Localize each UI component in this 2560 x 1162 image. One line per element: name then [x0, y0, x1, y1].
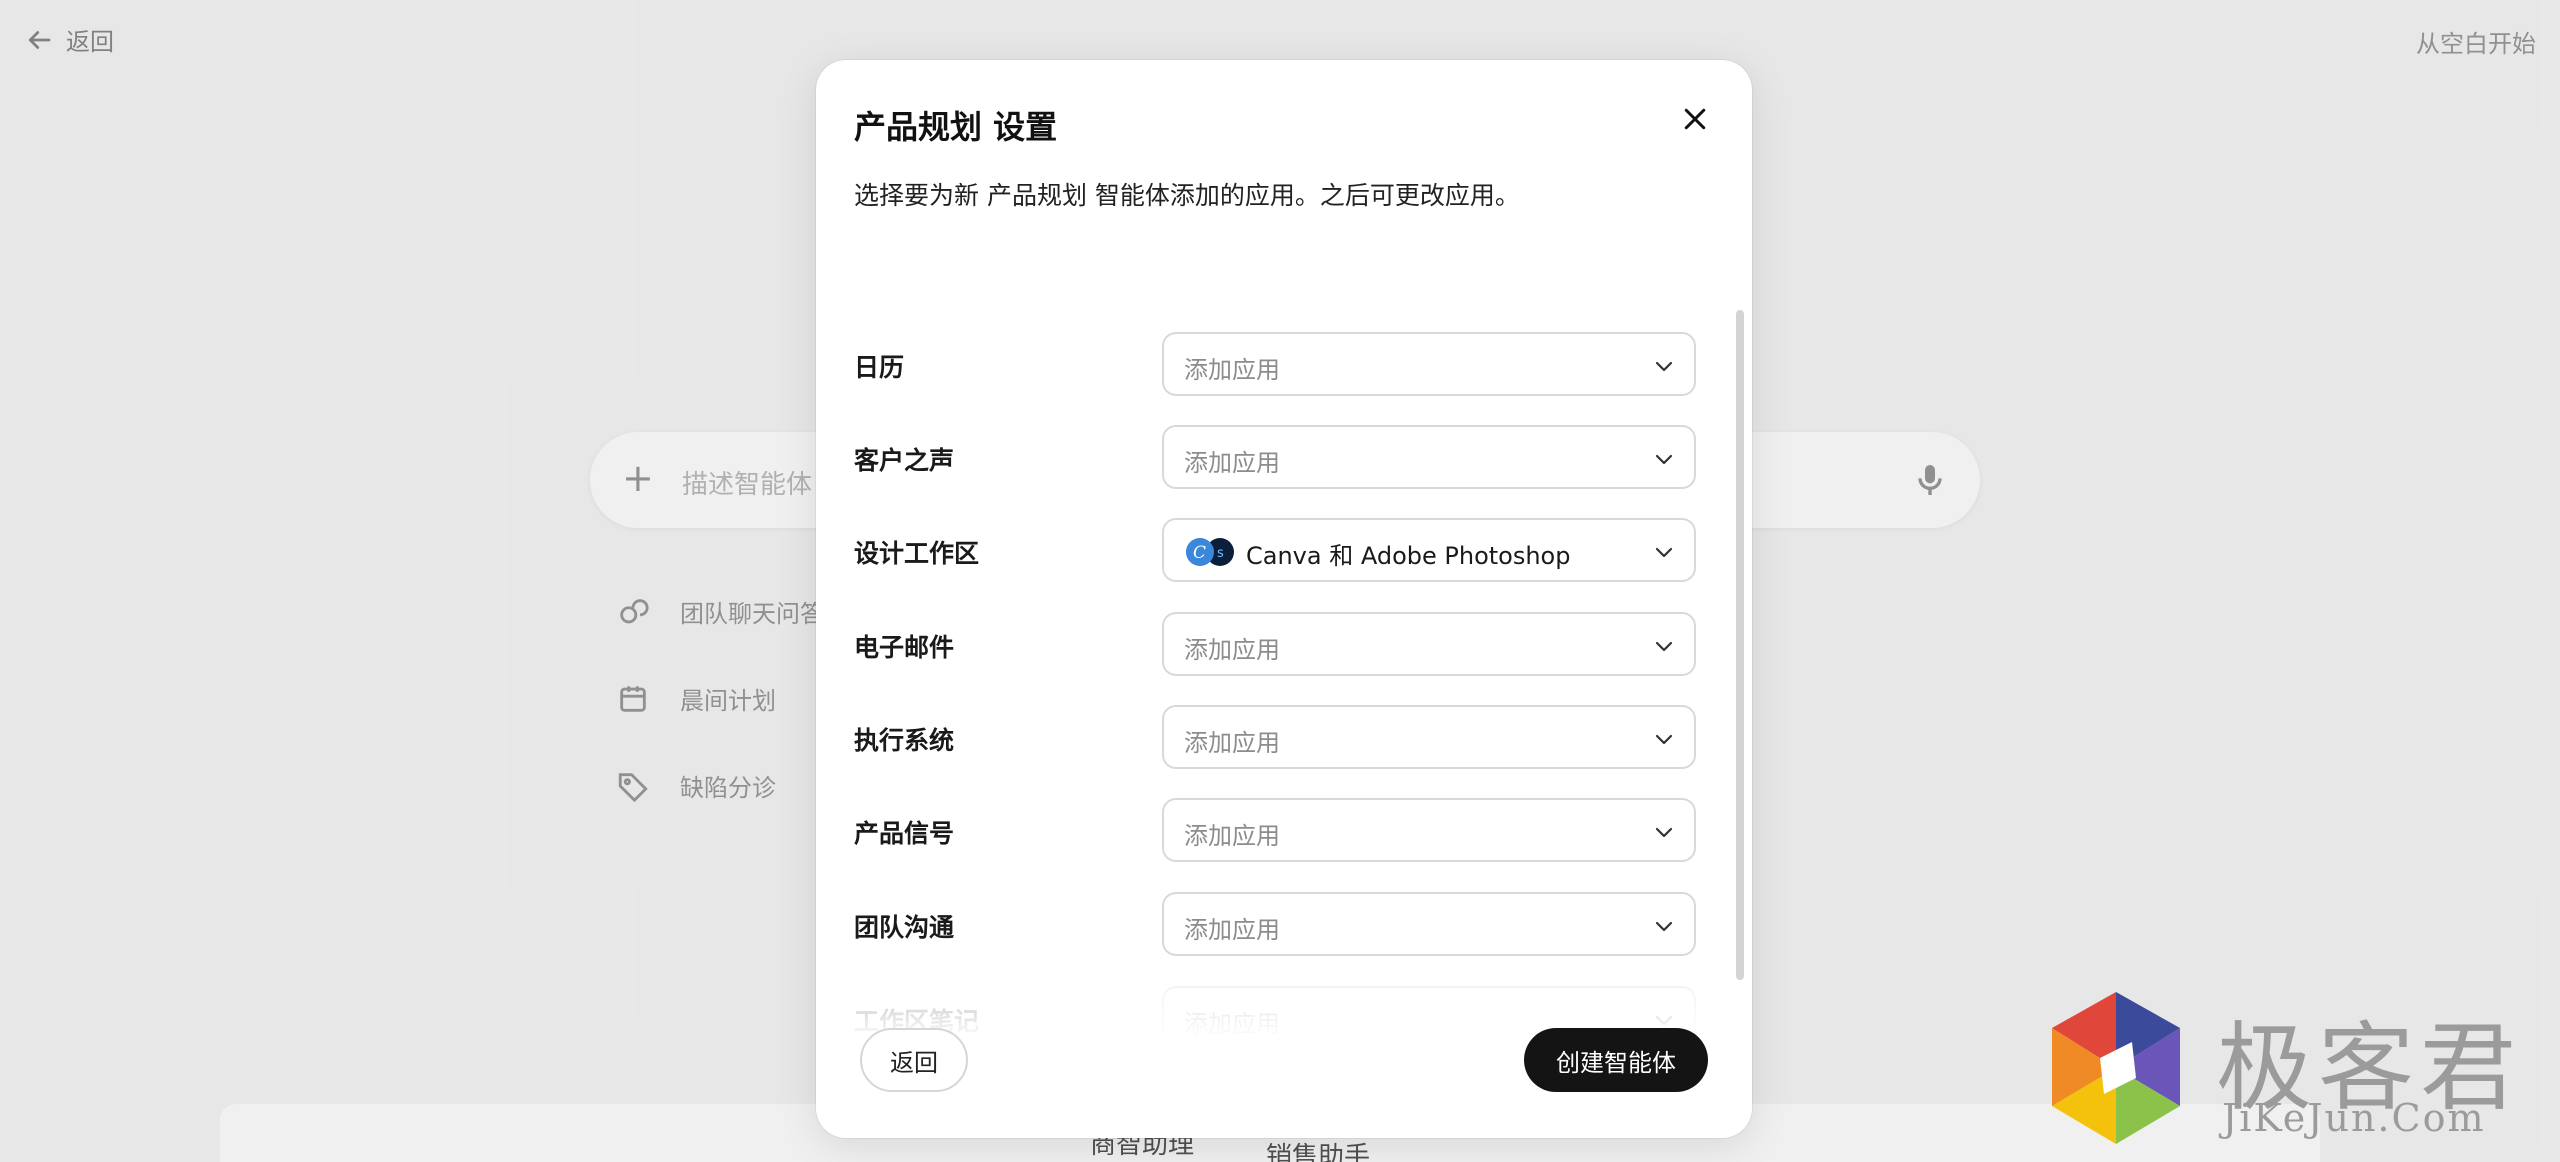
chevron-down-icon [1655, 641, 1673, 652]
close-button[interactable] [1676, 100, 1714, 138]
row-label: 产品信号 [854, 819, 955, 848]
dropdown-value: Canva 和 Adobe Photoshop [1246, 542, 1571, 570]
app-row-team-communication: 团队沟通 添加应用 [854, 892, 1696, 956]
dropdown-value: 添加应用 [1184, 636, 1280, 664]
chevron-down-icon [1655, 827, 1673, 838]
app-row-calendar: 日历 添加应用 [854, 332, 1696, 396]
chevron-down-icon [1655, 454, 1673, 465]
svg-text:C: C [1193, 543, 1206, 563]
create-agent-button[interactable]: 创建智能体 [1524, 1028, 1708, 1092]
row-label: 团队沟通 [854, 913, 955, 942]
add-app-dropdown[interactable]: 添加应用 [1162, 705, 1696, 769]
chevron-down-icon [1655, 361, 1673, 372]
row-label: 客户之声 [854, 446, 955, 475]
scrollbar[interactable] [1736, 250, 1744, 1040]
add-app-dropdown[interactable]: s C Canva 和 Adobe Photoshop [1162, 518, 1696, 582]
watermark-domain: JiKeJun.Com [2222, 1096, 2486, 1140]
chevron-down-icon [1655, 734, 1673, 745]
chevron-down-icon [1655, 547, 1673, 558]
app-row-product-signals: 产品信号 添加应用 [854, 798, 1696, 862]
scrollbar-thumb[interactable] [1736, 310, 1744, 980]
dropdown-value: 添加应用 [1184, 356, 1280, 384]
add-app-dropdown[interactable]: 添加应用 [1162, 332, 1696, 396]
add-app-dropdown[interactable]: 添加应用 [1162, 612, 1696, 676]
add-app-dropdown[interactable]: 添加应用 [1162, 892, 1696, 956]
dropdown-value: 添加应用 [1184, 822, 1280, 850]
app-row-execution-system: 执行系统 添加应用 [854, 705, 1696, 769]
dialog-description: 选择要为新 产品规划 智能体添加的应用。之后可更改应用。 [854, 181, 1520, 210]
dropdown-value: 添加应用 [1184, 449, 1280, 477]
app-row-design-workspace: 设计工作区 s C Canva 和 Adobe Photoshop [854, 518, 1696, 582]
svg-text:s: s [1217, 546, 1224, 561]
row-label: 设计工作区 [854, 539, 980, 568]
app-list[interactable]: 日历 添加应用 客户之声 添加应用 设计工作区 s C Canva 和 Adob… [816, 250, 1752, 1040]
row-label: 日历 [854, 353, 905, 382]
dialog-title: 产品规划 设置 [854, 108, 1058, 146]
add-app-dropdown[interactable]: 添加应用 [1162, 798, 1696, 862]
back-button[interactable]: 返回 [860, 1028, 968, 1092]
app-icons: s C [1186, 538, 1234, 566]
agent-setup-dialog: 产品规划 设置 选择要为新 产品规划 智能体添加的应用。之后可更改应用。 日历 … [816, 60, 1752, 1138]
watermark: 极客君 JiKeJun.Com [2036, 984, 2560, 1162]
close-icon [1684, 108, 1706, 130]
chevron-down-icon [1655, 921, 1673, 932]
dropdown-value: 添加应用 [1184, 916, 1280, 944]
canva-icon: C [1186, 538, 1214, 566]
dropdown-value: 添加应用 [1184, 1010, 1280, 1038]
dropdown-value: 添加应用 [1184, 729, 1280, 757]
row-label: 电子邮件 [854, 633, 955, 662]
add-app-dropdown[interactable]: 添加应用 [1162, 425, 1696, 489]
row-label: 执行系统 [854, 726, 955, 755]
app-row-customer-voice: 客户之声 添加应用 [854, 425, 1696, 489]
app-row-email: 电子邮件 添加应用 [854, 612, 1696, 676]
jikejun-logo-icon [2052, 992, 2180, 1144]
